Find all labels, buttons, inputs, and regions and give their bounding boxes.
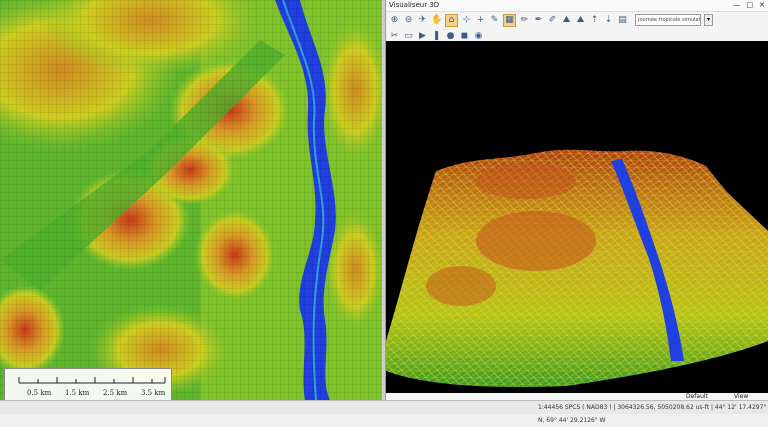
elevation-up-button[interactable]: ⛰	[561, 15, 572, 26]
exaggerate-up-icon: ⇡	[590, 14, 599, 25]
status-bar: 1:44456 SPCS ( NAD83 ) | 3064326.56, 505…	[0, 400, 768, 424]
play-button[interactable]: ▶	[417, 31, 428, 42]
scale-label: 0.5 km	[27, 389, 52, 397]
tools-icon: ✂	[390, 30, 399, 41]
crosshair-icon: +	[476, 14, 485, 25]
brush-button[interactable]: ✐	[547, 15, 558, 26]
surface-icon: ▦	[505, 14, 514, 25]
home-button[interactable]: ⌂	[445, 13, 458, 27]
pen-icon: ✒	[534, 14, 543, 25]
zoom-in-button[interactable]: ⊕	[389, 15, 400, 26]
zoom-out-icon: ⊖	[404, 14, 413, 25]
pause-button[interactable]: ❚	[431, 31, 442, 42]
wrench-icon: ✎	[490, 14, 499, 25]
snapshot-icon: ◉	[474, 30, 483, 41]
viewer-titlebar: Visualiseur 3D — □ ✕	[386, 0, 768, 12]
scale-label: 2.5 km	[103, 389, 128, 397]
scale-bar: 0.5 km 1.5 km 2.5 km 3.5 km	[4, 368, 172, 400]
video-icon: ◼	[460, 30, 469, 41]
record-button[interactable]: ●	[445, 31, 456, 42]
close-button[interactable]: ✕	[759, 0, 765, 11]
camera-mode-icon: ▭	[404, 30, 413, 41]
status-coordinates: 1:44456 SPCS ( NAD83 ) | 3064326.56, 505…	[538, 404, 767, 424]
elevation-raster	[0, 0, 382, 400]
default-label: Default	[686, 393, 708, 400]
fly-icon: ✈	[418, 14, 427, 25]
pencil-icon: ✏	[520, 14, 529, 25]
brush-icon: ✐	[548, 14, 557, 25]
scene-footer: Default View	[386, 393, 768, 400]
viewer-3d-window: Visualiseur 3D — □ ✕ ⊕ ⊖ ✈ ✋ ⌂ ⊹ + ✎ ▦ ✏ ✒ ✐ ⛰ ⛰ ⇡ ⇣ ▤ Jo…	[385, 0, 768, 400]
target-icon: ⊹	[462, 14, 471, 25]
viewer-3d-scene[interactable]	[386, 41, 768, 393]
pencil-button[interactable]: ✏	[519, 15, 530, 26]
exaggerate-up-button[interactable]: ⇡	[589, 15, 600, 26]
hand-button[interactable]: ✋	[431, 15, 442, 26]
snapshot-button[interactable]: ◉	[473, 31, 484, 42]
wrench-button[interactable]: ✎	[489, 15, 500, 26]
fly-button[interactable]: ✈	[417, 15, 428, 26]
tools-button[interactable]: ✂	[389, 31, 400, 42]
home-icon: ⌂	[448, 14, 455, 25]
hand-icon: ✋	[431, 14, 443, 25]
view-label: View	[734, 393, 749, 400]
pause-icon: ❚	[432, 30, 441, 41]
render-icon: ▤	[618, 14, 627, 25]
video-button[interactable]: ◼	[459, 31, 470, 42]
pen-button[interactable]: ✒	[533, 15, 544, 26]
layer-select[interactable]: Journée tropicale simulatation	[635, 14, 701, 26]
render-button[interactable]: ▤	[617, 15, 628, 26]
crosshair-button[interactable]: +	[475, 15, 486, 26]
camera-mode-button[interactable]: ▭	[403, 31, 414, 42]
toolbar-row-1: ⊕ ⊖ ✈ ✋ ⌂ ⊹ + ✎ ▦ ✏ ✒ ✐ ⛰ ⛰ ⇡ ⇣ ▤ Journée tropicale simul…	[386, 12, 768, 28]
scale-label: 3.5 km	[141, 389, 166, 397]
surface-button[interactable]: ▦	[503, 13, 516, 27]
zoom-in-icon: ⊕	[390, 14, 399, 25]
chevron-down-icon[interactable]: ▾	[704, 14, 713, 26]
terrain-wireframe	[386, 41, 768, 393]
elevation-down-button[interactable]: ⛰	[575, 15, 586, 26]
minimize-button[interactable]: —	[734, 0, 741, 11]
exaggerate-down-button[interactable]: ⇣	[603, 15, 614, 26]
exaggerate-down-icon: ⇣	[604, 14, 613, 25]
record-icon: ●	[446, 30, 455, 41]
elevation-map-2d[interactable]: 0.5 km 1.5 km 2.5 km 3.5 km	[0, 0, 382, 400]
play-icon: ▶	[419, 30, 426, 41]
viewer-title: Visualiseur 3D	[389, 1, 440, 9]
zoom-out-button[interactable]: ⊖	[403, 15, 414, 26]
maximize-button[interactable]: □	[747, 0, 754, 11]
target-button[interactable]: ⊹	[461, 15, 472, 26]
elevation-down-icon: ⛰	[576, 14, 585, 25]
elevation-up-icon: ⛰	[562, 14, 571, 25]
scale-label: 1.5 km	[65, 389, 90, 397]
